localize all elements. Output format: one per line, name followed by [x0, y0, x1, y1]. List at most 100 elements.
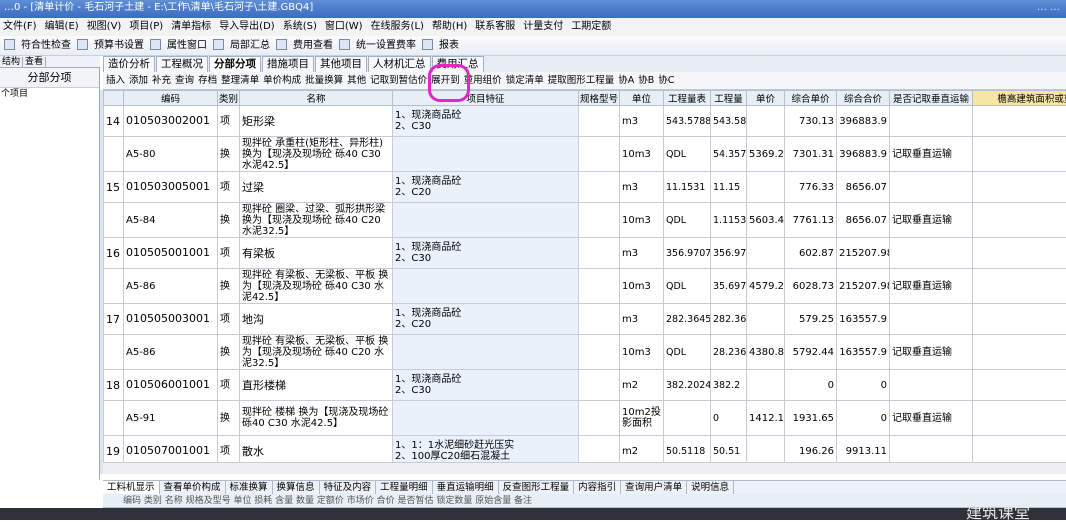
bottom-tab[interactable]: 换算信息 — [273, 481, 320, 494]
item-code[interactable]: 010506001001 — [124, 370, 218, 401]
spec-cell[interactable] — [579, 137, 620, 172]
item-code[interactable]: 010505003001 — [124, 304, 218, 335]
item-feature[interactable] — [393, 269, 579, 304]
price-cell[interactable]: 5369.22 — [747, 137, 785, 172]
row-number[interactable]: 15 — [104, 172, 124, 203]
bottom-tab[interactable]: 工料机显示 — [103, 481, 160, 494]
item-type[interactable]: 换 — [218, 401, 240, 436]
unit-cell[interactable]: m3 — [620, 304, 664, 335]
unit-cell[interactable]: 10m3 — [620, 269, 664, 304]
unit-cell[interactable]: m3 — [620, 238, 664, 269]
vertical-transport-cell[interactable] — [890, 172, 973, 203]
row-number[interactable] — [104, 335, 124, 370]
quantity-cell[interactable]: 543.58 — [711, 106, 747, 137]
subtool-button[interactable]: 单价构成 — [263, 75, 301, 86]
row-number[interactable] — [104, 137, 124, 172]
item-type[interactable]: 换 — [218, 203, 240, 238]
quantity-expr[interactable]: 282.3645 — [664, 304, 711, 335]
column-header[interactable] — [104, 91, 124, 106]
item-type[interactable]: 换 — [218, 269, 240, 304]
row-number[interactable] — [104, 269, 124, 304]
column-header[interactable]: 是否记取垂直运输 — [890, 91, 973, 106]
height-area-cell[interactable] — [973, 335, 1066, 370]
unit-price-cell[interactable]: 5792.44 — [785, 335, 837, 370]
item-feature[interactable]: 1、现浇商品砼 2、C30 — [393, 106, 579, 137]
total-cell[interactable]: 396883.9 — [837, 106, 890, 137]
item-feature[interactable] — [393, 137, 579, 172]
quantity-cell[interactable]: 1.11531 — [711, 203, 747, 238]
subtool-button[interactable]: 锁定清单 — [506, 75, 544, 86]
total-cell[interactable]: 0 — [837, 401, 890, 436]
column-header[interactable]: 单位 — [620, 91, 664, 106]
column-header[interactable]: 单价 — [747, 91, 785, 106]
vertical-transport-cell[interactable]: 记取垂直运输 — [890, 269, 973, 304]
row-number[interactable]: 17 — [104, 304, 124, 335]
item-name[interactable]: 直形楼梯 — [240, 370, 393, 401]
item-code[interactable]: A5-86 — [124, 335, 218, 370]
subtool-button[interactable]: 协C — [658, 75, 674, 86]
subtool-button[interactable]: 补充 — [152, 75, 171, 86]
row-number[interactable] — [104, 203, 124, 238]
item-code[interactable]: 010503002001 — [124, 106, 218, 137]
price-cell[interactable] — [747, 172, 785, 203]
table-row[interactable]: A5-86换现拌砼 有梁板、无梁板、平板 换为【现浇及现场砼 砾40 C30 水… — [104, 269, 1066, 304]
menu-item[interactable]: 在线服务(L) — [371, 21, 424, 32]
vertical-transport-cell[interactable]: 记取垂直运输 — [890, 401, 973, 436]
total-cell[interactable]: 8656.07 — [837, 203, 890, 238]
subtool-button[interactable]: 协A — [618, 75, 634, 86]
menu-item[interactable]: 窗口(W) — [325, 21, 363, 32]
left-tab[interactable]: 查看 — [23, 57, 46, 68]
left-panel-item[interactable]: 个项目 — [0, 88, 99, 100]
menu-item[interactable]: 文件(F) — [3, 21, 37, 32]
spec-cell[interactable] — [579, 106, 620, 137]
price-cell[interactable] — [747, 106, 785, 137]
unit-cell[interactable]: m3 — [620, 106, 664, 137]
quantity-expr[interactable]: 11.1531 — [664, 172, 711, 203]
toolbar-button[interactable]: 统一设置费率 — [339, 40, 416, 51]
table-row[interactable]: A5-84换现拌砼 圈梁、过梁、弧形拱形梁 换为【现浇及现场砼 砾40 C20 … — [104, 203, 1066, 238]
item-feature[interactable] — [393, 203, 579, 238]
menu-item[interactable]: 联系客服 — [475, 21, 515, 32]
item-name[interactable]: 现拌砼 楼梯 换为【现浇及现场砼 砾40 C30 水泥42.5】 — [240, 401, 393, 436]
subtool-button[interactable]: 插入 — [106, 75, 125, 86]
unit-cell[interactable]: 10m3 — [620, 335, 664, 370]
item-type[interactable]: 项 — [218, 304, 240, 335]
toolbar-button[interactable]: 局部汇总 — [213, 40, 270, 51]
height-area-cell[interactable] — [973, 269, 1066, 304]
height-area-cell[interactable] — [973, 106, 1066, 137]
menu-item[interactable]: 导入导出(D) — [219, 21, 275, 32]
horizontal-scrollbar[interactable] — [103, 462, 1066, 474]
price-cell[interactable]: 4579.29 — [747, 269, 785, 304]
total-cell[interactable]: 163557.9 — [837, 335, 890, 370]
item-type[interactable]: 项 — [218, 238, 240, 269]
quantity-cell[interactable]: 282.36 — [711, 304, 747, 335]
quantity-cell[interactable]: 35.69707 — [711, 269, 747, 304]
unit-price-cell[interactable]: 0 — [785, 370, 837, 401]
item-type[interactable]: 项 — [218, 106, 240, 137]
total-cell[interactable]: 0 — [837, 370, 890, 401]
bottom-tab[interactable]: 查询用户清单 — [621, 481, 687, 494]
spec-cell[interactable] — [579, 203, 620, 238]
table-row[interactable]: 16010505001001项有梁板1、现浇商品砼 2、C30m3356.970… — [104, 238, 1066, 269]
column-header[interactable]: 工程量表 — [664, 91, 711, 106]
item-feature[interactable] — [393, 335, 579, 370]
subtool-button[interactable]: 查询 — [175, 75, 194, 86]
total-cell[interactable]: 215207.98 — [837, 269, 890, 304]
menu-item[interactable]: 帮助(H) — [432, 21, 467, 32]
bottom-tab[interactable]: 工程量明细 — [376, 481, 433, 494]
unit-cell[interactable]: 10m2投影面积 — [620, 401, 664, 436]
unit-price-cell[interactable]: 1931.65 — [785, 401, 837, 436]
subtool-button[interactable]: 协B — [638, 75, 654, 86]
price-cell[interactable] — [747, 370, 785, 401]
column-header[interactable]: 名称 — [240, 91, 393, 106]
table-row[interactable]: A5-86换现拌砼 有梁板、无梁板、平板 换为【现浇及现场砼 砾40 C20 水… — [104, 335, 1066, 370]
quantity-expr[interactable] — [664, 401, 711, 436]
tab-1[interactable]: 工程概况 — [156, 56, 208, 72]
price-cell[interactable] — [747, 238, 785, 269]
quantity-cell[interactable]: 11.15 — [711, 172, 747, 203]
item-name[interactable]: 现拌砼 有梁板、无梁板、平板 换为【现浇及现场砼 砾40 C30 水泥42.5】 — [240, 269, 393, 304]
item-type[interactable]: 项 — [218, 370, 240, 401]
quantity-cell[interactable]: 28.23645 — [711, 335, 747, 370]
unit-price-cell[interactable]: 579.25 — [785, 304, 837, 335]
unit-cell[interactable]: 10m3 — [620, 203, 664, 238]
